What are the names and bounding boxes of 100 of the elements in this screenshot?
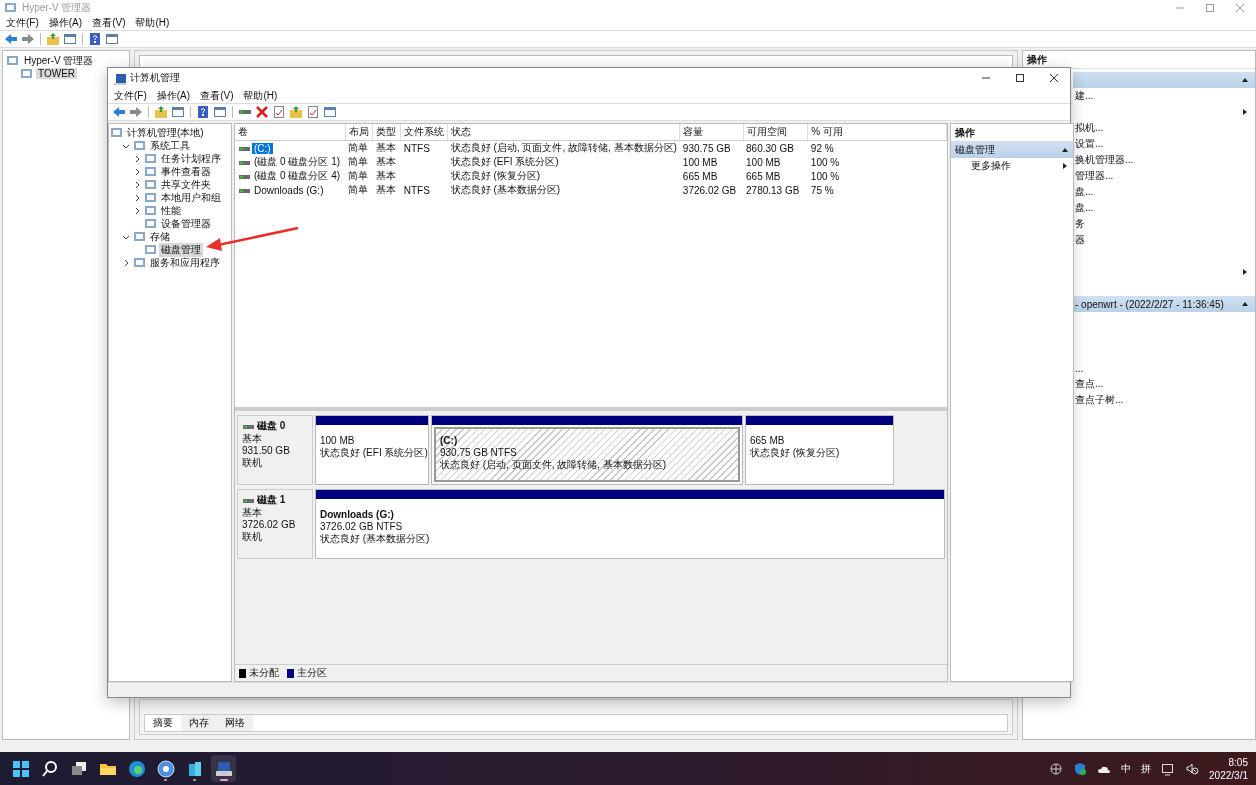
disk-name[interactable]: 磁盘 0 [257, 419, 286, 433]
back-icon[interactable] [112, 105, 126, 119]
column-header[interactable]: 文件系统 [400, 124, 448, 141]
action-item[interactable]: 器 [1075, 233, 1085, 247]
partition[interactable]: 665 MB 状态良好 (恢复分区) [745, 415, 894, 485]
action-item[interactable]: 盘... [1075, 185, 1094, 199]
collapse-icon[interactable] [1241, 76, 1249, 84]
window-title: 计算机管理 [130, 71, 180, 85]
window-icon[interactable] [105, 32, 119, 46]
tree-item[interactable]: 系统工具 [148, 138, 192, 153]
menu-item[interactable]: 帮助(H) [243, 88, 278, 103]
clock-time[interactable]: 8:05 [1228, 755, 1248, 769]
partition[interactable]: 100 MB 状态良好 (EFI 系统分区) [315, 415, 429, 485]
start-icon[interactable] [10, 758, 31, 779]
menu-item[interactable]: 操作(A) [48, 15, 83, 30]
action-item[interactable]: ... [1075, 362, 1084, 374]
tab[interactable]: 网络 [217, 715, 253, 731]
tree-item[interactable]: 共享文件夹 [159, 177, 213, 192]
window-icon[interactable] [213, 105, 227, 119]
menu-item[interactable]: 查看(V) [200, 88, 234, 103]
submenu-arrow-icon[interactable] [1061, 162, 1069, 170]
submenu-arrow-icon[interactable] [1241, 268, 1249, 276]
help-icon[interactable] [196, 105, 210, 119]
window-icon[interactable] [63, 32, 77, 46]
tree-item[interactable]: 磁盘管理 [159, 242, 203, 257]
tab[interactable]: 内存 [181, 715, 217, 731]
action-item[interactable]: 盘... [1075, 201, 1094, 215]
column-header[interactable]: 可用空间 [743, 124, 808, 141]
volume-name[interactable]: Downloads (G:) [252, 184, 326, 196]
maximize-icon[interactable] [1014, 72, 1026, 84]
menu-item[interactable]: 操作(A) [156, 88, 191, 103]
collapse-icon[interactable] [1241, 300, 1249, 308]
tree-item[interactable]: 任务计划程序 [159, 151, 223, 166]
tree-item[interactable]: 设备管理器 [159, 216, 213, 231]
forward-icon[interactable] [129, 105, 143, 119]
window-title: Hyper-V 管理器 [22, 0, 92, 15]
tree-item[interactable]: 本地用户和组 [159, 190, 223, 205]
action-item[interactable]: 更多操作 [971, 159, 1011, 173]
help-icon[interactable] [88, 32, 102, 46]
table-cell: 状态良好 (启动, 页面文件, 故障转储, 基本数据分区) [447, 140, 680, 155]
table-cell-text: 基本 [374, 169, 397, 183]
column-header[interactable]: 状态 [447, 124, 680, 141]
forward-icon[interactable] [21, 32, 35, 46]
action-group-header[interactable]: - openwrt - (2022/2/27 - 11:36:45) [1073, 296, 1255, 312]
tree-item[interactable]: 服务和应用程序 [148, 255, 222, 270]
column-header[interactable]: 布局 [345, 124, 373, 141]
window-icon[interactable] [323, 105, 337, 119]
input-mode[interactable]: 拼 [1141, 761, 1152, 776]
document-icon[interactable] [272, 105, 286, 119]
table-cell-text: 665 MB [681, 169, 719, 183]
folder-up-icon[interactable] [289, 105, 303, 119]
folder-up-icon[interactable] [154, 105, 168, 119]
window-icon[interactable] [171, 105, 185, 119]
tree-item[interactable]: 存储 [148, 229, 172, 244]
partition[interactable]: Downloads (G:) 3726.02 GB NTFS 状态良好 (基本数据分区) [315, 489, 945, 559]
shield-icon[interactable] [1073, 761, 1088, 776]
speaker-muted-icon[interactable] [1185, 761, 1200, 776]
globe-icon[interactable] [1049, 761, 1064, 776]
action-item[interactable]: 建... [1075, 89, 1094, 103]
input-language[interactable]: 中 [1121, 761, 1132, 776]
tree-node-icon [144, 152, 157, 165]
search-icon[interactable] [39, 758, 60, 779]
volume-name[interactable]: (磁盘 0 磁盘分区 1) [252, 155, 343, 169]
action-item[interactable]: 拟机... [1075, 121, 1104, 135]
menu-item[interactable]: 查看(V) [92, 15, 126, 30]
column-header[interactable]: % 可用 [807, 124, 947, 141]
menu-item[interactable]: 帮助(H) [135, 15, 170, 30]
column-header[interactable]: 卷 [235, 124, 346, 141]
close-icon[interactable] [1048, 72, 1060, 84]
column-header[interactable]: 类型 [372, 124, 401, 141]
back-icon[interactable] [4, 32, 18, 46]
action-group-header[interactable]: 磁盘管理 [951, 142, 1073, 158]
tree-item[interactable]: TOWER [36, 68, 78, 79]
column-header[interactable]: 容量 [679, 124, 744, 141]
menu-item[interactable]: 文件(F) [114, 88, 147, 103]
tree-item[interactable]: 性能 [159, 203, 183, 218]
tree-item[interactable]: Hyper-V 管理器 [22, 53, 96, 68]
tree-item[interactable]: 计算机管理(本地) [125, 125, 206, 140]
action-item[interactable]: 管理器... [1075, 169, 1114, 183]
volume-name[interactable]: (C:) [252, 142, 273, 154]
action-item[interactable]: 务 [1075, 217, 1085, 231]
document-icon[interactable] [306, 105, 320, 119]
delete-icon[interactable] [255, 105, 269, 119]
folder-up-icon[interactable] [46, 32, 60, 46]
partition[interactable]: (C:) 930.75 GB NTFS 状态良好 (启动, 页面文件, 故障转储, 基本数据分区) [431, 415, 743, 485]
monitor-icon[interactable] [1161, 761, 1176, 776]
tree-node-icon [144, 178, 157, 191]
submenu-arrow-icon[interactable] [1241, 108, 1249, 116]
disk-name[interactable]: 磁盘 1 [257, 493, 286, 507]
clock-date[interactable]: 2022/3/1 [1209, 768, 1248, 782]
menu-item[interactable]: 文件(F) [6, 15, 39, 30]
collapse-icon[interactable] [1061, 146, 1069, 154]
action-item[interactable]: 查点子树... [1075, 393, 1124, 407]
action-item[interactable]: 设置... [1075, 137, 1104, 151]
tree-node-icon [144, 204, 157, 217]
action-item[interactable]: 查点... [1075, 377, 1104, 391]
group-label: 磁盘管理 [955, 143, 995, 157]
tree-item[interactable]: 事件查看器 [159, 164, 213, 179]
action-item[interactable]: 换机管理器... [1075, 153, 1134, 167]
volume-name[interactable]: (磁盘 0 磁盘分区 4) [252, 169, 343, 183]
